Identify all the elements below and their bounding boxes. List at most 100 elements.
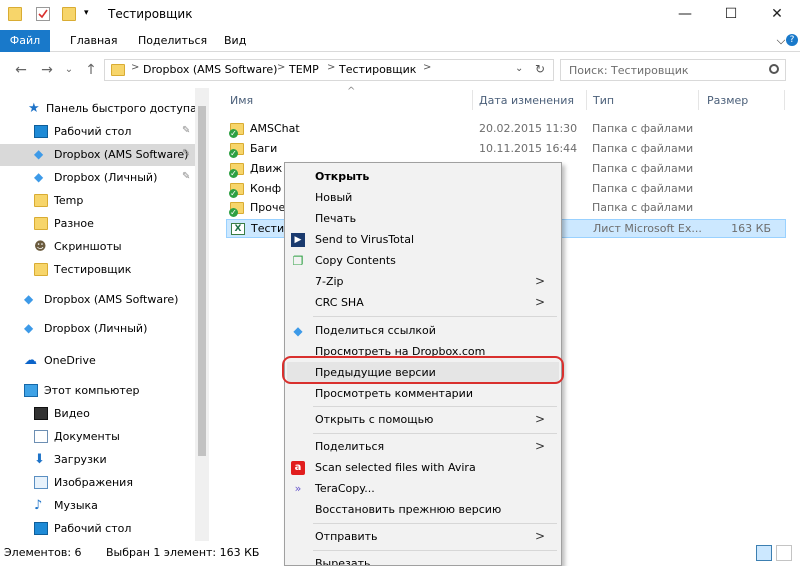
close-button[interactable]: ✕ bbox=[754, 0, 800, 30]
nav-dropbox-personal[interactable]: ◆ Dropbox (Личный) bbox=[0, 318, 195, 340]
nav-dropbox-ams-pinned[interactable]: ◆ Dropbox (AMS Software) ✎ bbox=[0, 144, 195, 166]
nav-quick-access[interactable]: ★ Панель быстрого доступа bbox=[0, 98, 197, 120]
menu-item-teracopy[interactable]: » TeraCopy... bbox=[287, 478, 559, 499]
column-divider[interactable] bbox=[472, 90, 473, 110]
nav-videos[interactable]: Видео bbox=[0, 403, 195, 425]
nav-screenshots[interactable]: ☻ Скриншоты bbox=[0, 236, 195, 258]
tab-view[interactable]: Вид bbox=[214, 30, 256, 52]
column-header-name[interactable]: Имя bbox=[230, 94, 253, 107]
folder-icon bbox=[111, 64, 125, 76]
menu-item-7zip[interactable]: 7-Zip > bbox=[287, 271, 559, 292]
folder-icon bbox=[34, 194, 48, 207]
nav-pictures[interactable]: Изображения bbox=[0, 472, 195, 494]
tab-home[interactable]: Главная bbox=[60, 30, 128, 52]
address-dropdown-icon[interactable]: ⌄ bbox=[515, 63, 523, 74]
menu-item-label: Scan selected files with Avira bbox=[315, 461, 476, 474]
column-divider[interactable] bbox=[784, 90, 785, 110]
nav-downloads[interactable]: ⬇ Загрузки bbox=[0, 449, 195, 471]
new-folder-icon[interactable] bbox=[62, 7, 76, 21]
menu-item-label: Поделиться ссылкой bbox=[315, 324, 436, 337]
details-view-icon[interactable] bbox=[756, 545, 772, 561]
status-items-count: Элементов: 6 bbox=[4, 546, 82, 559]
breadcrumb-tester[interactable]: Тестировщик bbox=[339, 63, 416, 76]
nav-item-label: Видео bbox=[54, 407, 90, 420]
menu-item-open[interactable]: Открыть bbox=[287, 166, 559, 187]
menu-item-crc-sha[interactable]: CRC SHA > bbox=[287, 292, 559, 313]
file-type: Папка с файлами bbox=[592, 182, 694, 195]
computer-icon bbox=[24, 384, 38, 397]
nav-dropbox-personal-pinned[interactable]: ◆ Dropbox (Личный) ✎ bbox=[0, 167, 195, 189]
tab-share[interactable]: Поделиться bbox=[128, 30, 217, 52]
maximize-button[interactable]: ☐ bbox=[708, 0, 754, 30]
properties-icon[interactable] bbox=[36, 7, 50, 21]
column-header-size[interactable]: Размер bbox=[707, 94, 748, 107]
file-row[interactable]: Баги 10.11.2015 16:44 Папка с файлами bbox=[226, 140, 786, 159]
desktop-icon bbox=[34, 125, 48, 138]
breadcrumb-temp[interactable]: TEMP bbox=[289, 63, 319, 76]
file-type: Папка с файлами bbox=[592, 122, 694, 135]
menu-item-print[interactable]: Печать bbox=[287, 208, 559, 229]
menu-item-cut[interactable]: Вырезать bbox=[287, 553, 559, 565]
column-header-type[interactable]: Тип bbox=[593, 94, 614, 107]
menu-item-share-link[interactable]: ◆ Поделиться ссылкой bbox=[287, 320, 559, 341]
nav-documents[interactable]: Документы bbox=[0, 426, 195, 448]
column-divider[interactable] bbox=[698, 90, 699, 110]
search-box[interactable]: Поиск: Тестировщик bbox=[560, 59, 786, 81]
menu-item-send-to-virustotal[interactable]: ▶ Send to VirusTotal bbox=[287, 229, 559, 250]
pin-icon: ✎ bbox=[182, 125, 191, 136]
nav-scrollbar[interactable] bbox=[195, 88, 209, 541]
dropbox-icon: ◆ bbox=[293, 324, 303, 338]
pictures-icon bbox=[34, 476, 48, 489]
recent-locations-icon[interactable]: ⌄ bbox=[60, 61, 78, 79]
status-selection: Выбран 1 элемент: 163 КБ bbox=[106, 546, 260, 559]
menu-item-view-comments[interactable]: Просмотреть комментарии bbox=[287, 383, 559, 404]
nav-desktop[interactable]: Рабочий стол bbox=[0, 518, 195, 540]
nav-desktop-pinned[interactable]: Рабочий стол ✎ bbox=[0, 121, 195, 143]
minimize-button[interactable]: — bbox=[662, 0, 708, 30]
search-input[interactable]: Поиск: Тестировщик bbox=[569, 64, 689, 77]
menu-item-send-to[interactable]: Отправить > bbox=[287, 526, 559, 547]
nav-onedrive[interactable]: ☁ OneDrive bbox=[0, 350, 195, 372]
documents-icon bbox=[34, 430, 48, 443]
help-icon[interactable]: ? bbox=[786, 34, 798, 46]
menu-item-restore-previous-version[interactable]: Восстановить прежнюю версию bbox=[287, 499, 559, 520]
file-row[interactable]: AMSChat 20.02.2015 11:30 Папка с файлами bbox=[226, 120, 786, 139]
menu-item-new[interactable]: Новый bbox=[287, 187, 559, 208]
tab-file[interactable]: Файл bbox=[0, 30, 50, 52]
nav-scrollbar-thumb[interactable] bbox=[198, 106, 206, 456]
breadcrumb-dropbox[interactable]: Dropbox (AMS Software) bbox=[143, 63, 277, 76]
column-header-date[interactable]: Дата изменения bbox=[479, 94, 574, 107]
nav-music[interactable]: ♪ Музыка bbox=[0, 495, 195, 517]
menu-item-open-with[interactable]: Открыть с помощью > bbox=[287, 409, 559, 430]
nav-misc[interactable]: Разное bbox=[0, 213, 195, 235]
nav-dropbox-ams[interactable]: ◆ Dropbox (AMS Software) bbox=[0, 289, 195, 311]
excel-file-icon: X bbox=[231, 223, 245, 235]
menu-item-scan-avira[interactable]: a Scan selected files with Avira bbox=[287, 457, 559, 478]
quick-access-dropdown-icon[interactable]: ▾ bbox=[84, 8, 98, 22]
refresh-icon[interactable]: ↻ bbox=[535, 62, 545, 76]
menu-item-share[interactable]: Поделиться > bbox=[287, 436, 559, 457]
nav-this-pc[interactable]: Этот компьютер bbox=[0, 380, 195, 402]
folder-icon bbox=[229, 143, 244, 158]
virustotal-icon: ▶ bbox=[291, 233, 305, 247]
folder-icon bbox=[229, 163, 244, 178]
up-button[interactable]: ↑ bbox=[82, 61, 100, 79]
file-size: 163 КБ bbox=[731, 222, 771, 235]
menu-item-copy-contents[interactable]: ❐ Copy Contents bbox=[287, 250, 559, 271]
column-divider[interactable] bbox=[586, 90, 587, 110]
back-button[interactable]: ← bbox=[12, 61, 30, 79]
nav-item-label: OneDrive bbox=[44, 354, 96, 367]
star-icon: ★ bbox=[28, 101, 40, 116]
menu-item-label: Copy Contents bbox=[315, 254, 396, 267]
address-bar[interactable]: > Dropbox (AMS Software) > TEMP > Тестир… bbox=[104, 59, 554, 81]
menu-item-label: Печать bbox=[315, 212, 357, 225]
nav-temp[interactable]: Temp bbox=[0, 190, 195, 212]
file-type: Папка с файлами bbox=[592, 142, 694, 155]
expand-ribbon-icon[interactable] bbox=[776, 35, 786, 45]
highlight-annotation bbox=[282, 356, 564, 384]
large-icons-view-icon[interactable] bbox=[776, 545, 792, 561]
menu-separator bbox=[313, 550, 557, 551]
forward-button[interactable]: → bbox=[38, 61, 56, 79]
search-icon bbox=[769, 64, 779, 74]
nav-tester[interactable]: Тестировщик bbox=[0, 259, 195, 281]
